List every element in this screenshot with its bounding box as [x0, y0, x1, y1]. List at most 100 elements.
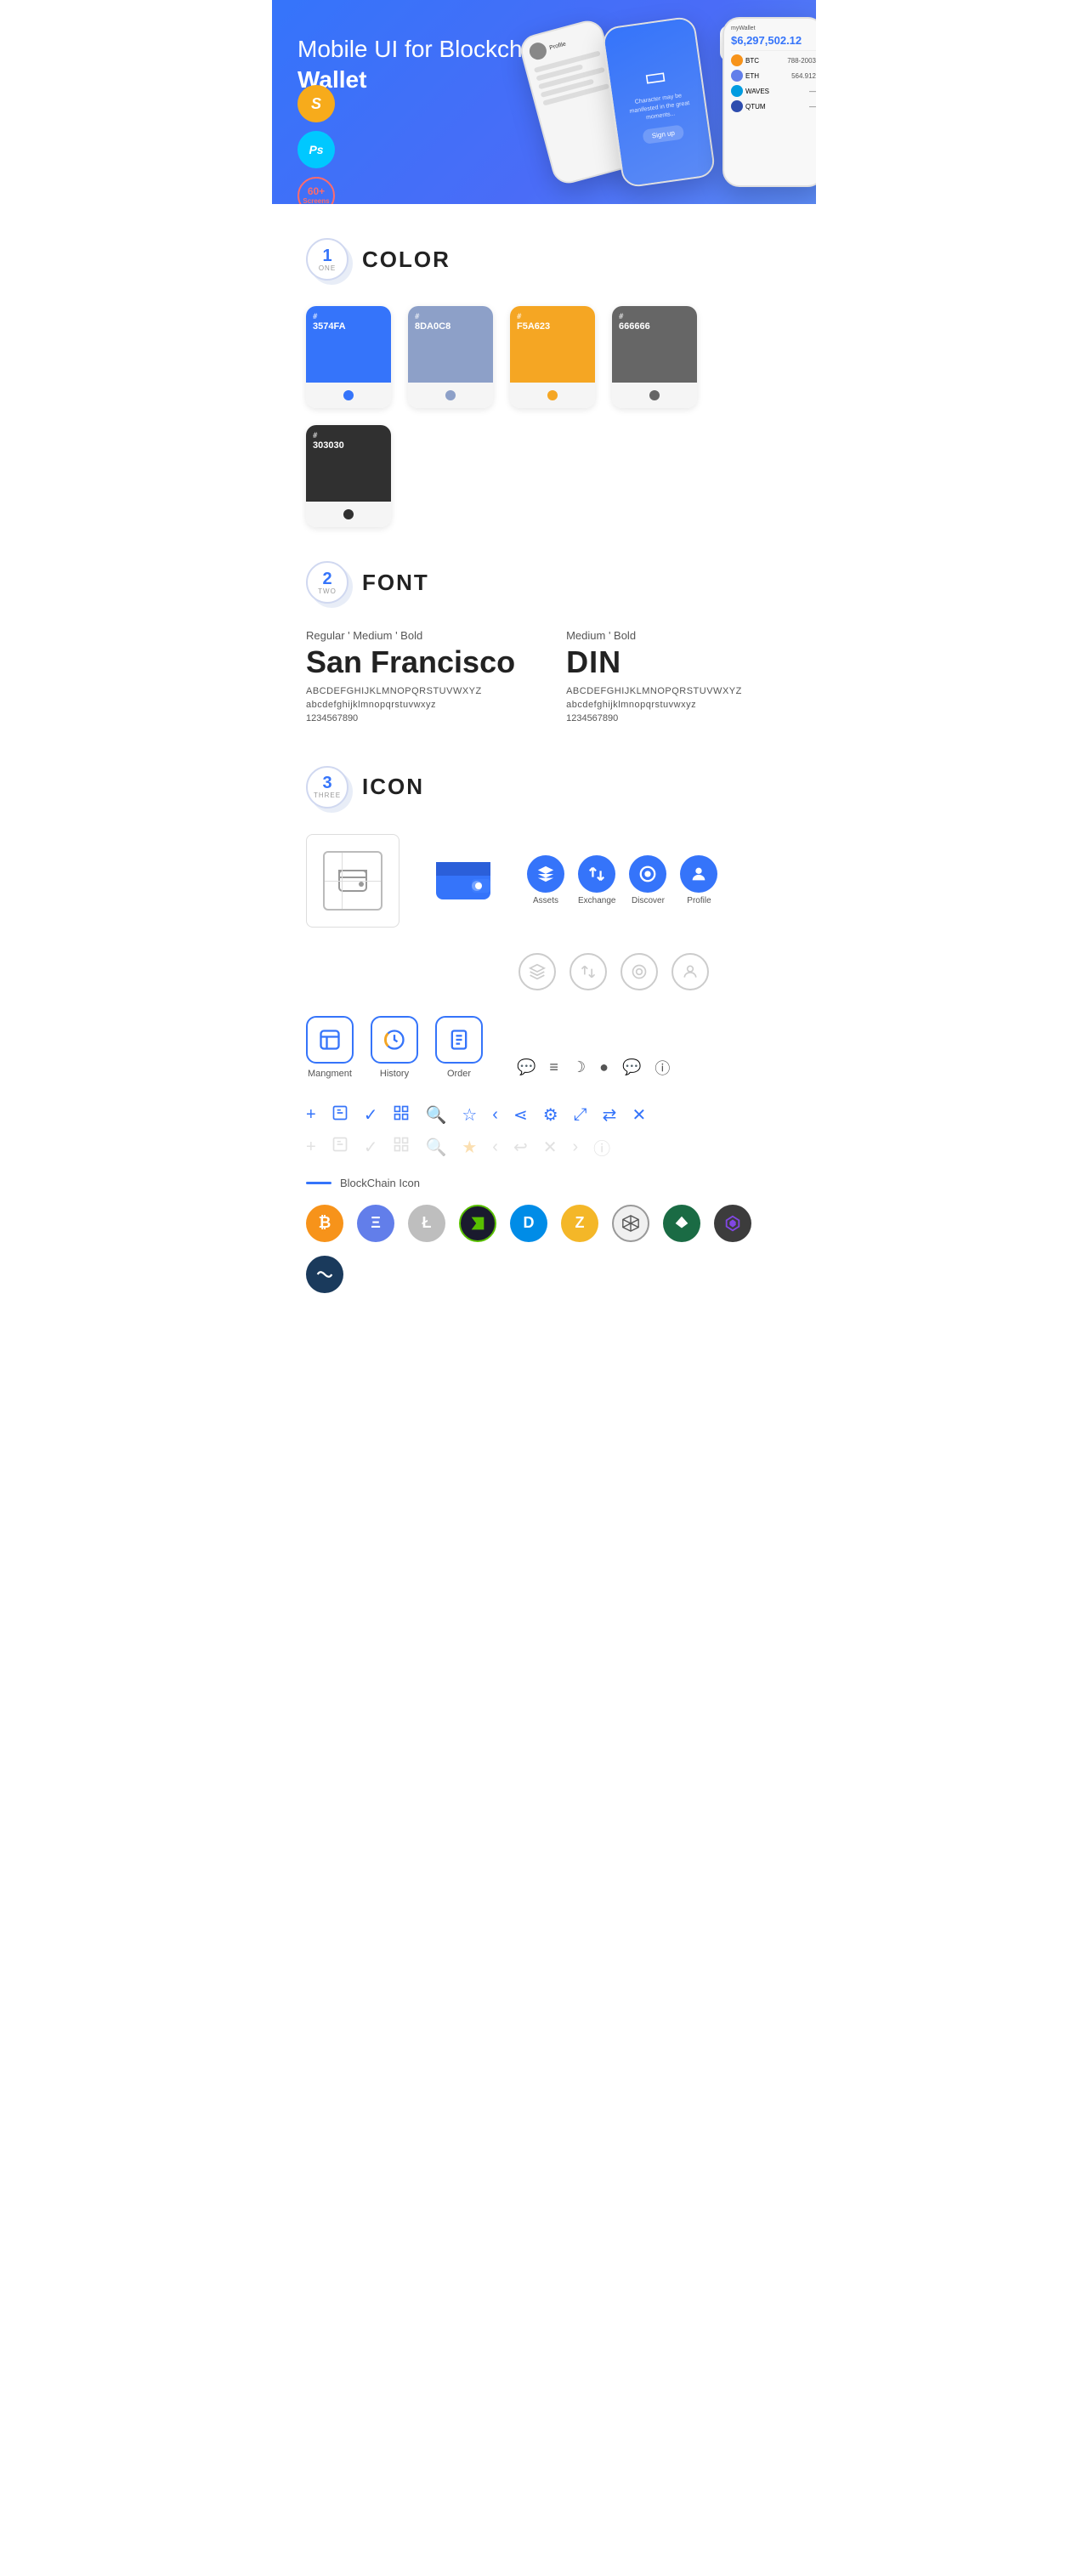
icon-swap[interactable]: ⇄	[603, 1104, 617, 1126]
assets-icon	[536, 865, 555, 883]
font-din-uppercase: ABCDEFGHIJKLMNOPQRSTUVWXYZ	[566, 686, 742, 696]
icon-management-circle	[306, 1016, 354, 1064]
icon-info-gray: ⓘ	[593, 1135, 610, 1160]
icon-search[interactable]: 🔍	[425, 1104, 446, 1126]
crypto-neo	[459, 1205, 496, 1242]
icon-doc-edit[interactable]	[332, 1104, 348, 1126]
icon-qr[interactable]	[393, 1104, 410, 1126]
color-section: 1 ONE COLOR # 3574FA # 8DA0C8 # F5A623	[272, 204, 816, 544]
font-din-style: Medium ' Bold	[566, 629, 742, 642]
icon-history: History	[371, 1016, 418, 1079]
phone-mock-right: myWallet $6,297,502.12 BTC 788-2003	[722, 17, 816, 187]
crypto-dash: D	[510, 1205, 547, 1242]
crypto-waves	[306, 1256, 343, 1293]
icon-exchange-circle	[578, 855, 615, 893]
icon-nav-group: Assets Exchange Discover	[527, 855, 717, 905]
font-sf-style: Regular ' Medium ' Bold	[306, 629, 515, 642]
icon-check-gray: ✓	[364, 1137, 378, 1158]
wallet-filled-svg	[429, 847, 497, 915]
small-icons-row-1: + ✓ 🔍 ☆ ‹ ⋖ ⚙ ⤢ ⇄ ✕	[306, 1104, 782, 1126]
exchange-icon	[587, 865, 606, 883]
icon-chat2: 💬	[622, 1058, 641, 1076]
icon-check[interactable]: ✓	[364, 1104, 378, 1126]
font-din-name: DIN	[566, 645, 742, 679]
font-sf-name: San Francisco	[306, 645, 515, 679]
discover-icon	[638, 865, 657, 883]
exchange-outline-icon	[580, 963, 597, 980]
grid-crypto-svg	[621, 1214, 640, 1233]
badge-ps: Ps	[298, 131, 335, 168]
icon-plus-gray: +	[306, 1138, 316, 1157]
font-col-sf: Regular ' Medium ' Bold San Francisco AB…	[306, 629, 515, 723]
color-number: 1 ONE	[306, 238, 348, 281]
icon-grid-inner	[323, 851, 382, 911]
history-icon	[382, 1028, 406, 1052]
icon-profile-label: Profile	[687, 896, 711, 905]
font-number: 2 TWO	[306, 561, 348, 604]
icon-history-label: History	[380, 1069, 409, 1079]
icon-title: ICON	[362, 774, 424, 800]
color-card-orange: # F5A623	[510, 306, 595, 408]
management-icon	[318, 1028, 342, 1052]
font-section-header: 2 TWO FONT	[306, 561, 782, 604]
icon-star[interactable]: ☆	[462, 1104, 477, 1126]
crypto-btc: ₿	[306, 1205, 343, 1242]
icon-outline-box	[306, 834, 400, 928]
font-row: Regular ' Medium ' Bold San Francisco AB…	[306, 629, 782, 723]
phone-mockups-area: Profile ▭ Character may be manifested in…	[518, 17, 816, 204]
icon-outline-exchange	[570, 953, 607, 990]
small-icons-row-2-faded: + ✓ 🔍 ★ ‹ ↩ ✕ › ⓘ	[306, 1135, 782, 1160]
icon-info: ⓘ	[654, 1057, 670, 1079]
font-din-numbers: 1234567890	[566, 713, 742, 723]
icon-outline-assets	[518, 953, 556, 990]
icon-exchange-label: Exchange	[578, 896, 615, 905]
icon-plus[interactable]: +	[306, 1105, 316, 1125]
icon-search-gray: 🔍	[425, 1137, 446, 1158]
crypto-stratis	[663, 1205, 700, 1242]
crypto-grid	[612, 1205, 649, 1242]
wallet-outline-svg	[336, 864, 370, 898]
icon-assets-circle	[527, 855, 564, 893]
icon-settings[interactable]: ⚙	[543, 1104, 558, 1126]
icon-nav-profile: Profile	[680, 855, 717, 905]
color-swatches-row: # 3574FA # 8DA0C8 # F5A623 # 666666	[306, 306, 782, 527]
icon-export[interactable]: ⤢	[574, 1105, 587, 1125]
utility-icons-top: 💬 ≡ ☽ ● 💬 ⓘ	[517, 1057, 670, 1079]
badge-sketch: S	[298, 85, 335, 122]
color-section-header: 1 ONE COLOR	[306, 238, 782, 281]
color-card-slate: # 8DA0C8	[408, 306, 493, 408]
icon-section-header: 3 THREE ICON	[306, 766, 782, 809]
icon-nav-exchange: Exchange	[578, 855, 615, 905]
hero-section: Mobile UI for Blockchain Wallet UI Kit S…	[272, 0, 816, 204]
icon-x-gray: ✕	[543, 1137, 558, 1158]
crypto-zcash: Z	[561, 1205, 598, 1242]
icon-outline-assets-circle	[518, 953, 556, 990]
blockchain-line	[306, 1182, 332, 1184]
crypto-matic	[714, 1205, 751, 1242]
icon-chat: 💬	[517, 1058, 536, 1076]
font-col-din: Medium ' Bold DIN ABCDEFGHIJKLMNOPQRSTUV…	[566, 629, 742, 723]
icon-number: 3 THREE	[306, 766, 348, 809]
icon-star-highlight: ★	[462, 1137, 477, 1158]
badge-screens: 60+ Screens	[298, 177, 335, 204]
icon-qr-gray	[393, 1136, 410, 1158]
icon-back-gray: ‹	[492, 1138, 498, 1157]
large-icons-row: Mangment History Order	[306, 1016, 782, 1079]
icon-order: Order	[435, 1016, 483, 1079]
icon-assets-label: Assets	[533, 896, 558, 905]
assets-outline-icon	[529, 963, 546, 980]
icon-back[interactable]: ‹	[492, 1105, 498, 1125]
icon-doc-gray	[332, 1136, 348, 1158]
icon-discover-label: Discover	[632, 896, 665, 905]
font-sf-uppercase: ABCDEFGHIJKLMNOPQRSTUVWXYZ	[306, 686, 515, 696]
blockchain-label-text: BlockChain Icon	[340, 1177, 420, 1189]
icon-share[interactable]: ⋖	[513, 1104, 528, 1126]
icon-order-circle	[435, 1016, 483, 1064]
icon-circle-dot: ●	[599, 1058, 609, 1076]
utility-icons-col: 💬 ≡ ☽ ● 💬 ⓘ	[517, 1057, 670, 1079]
crypto-eth: Ξ	[357, 1205, 394, 1242]
blockchain-label-row: BlockChain Icon	[306, 1177, 782, 1189]
icon-outline-discover	[620, 953, 658, 990]
icon-filled-box	[416, 834, 510, 928]
icon-close[interactable]: ✕	[632, 1104, 646, 1126]
